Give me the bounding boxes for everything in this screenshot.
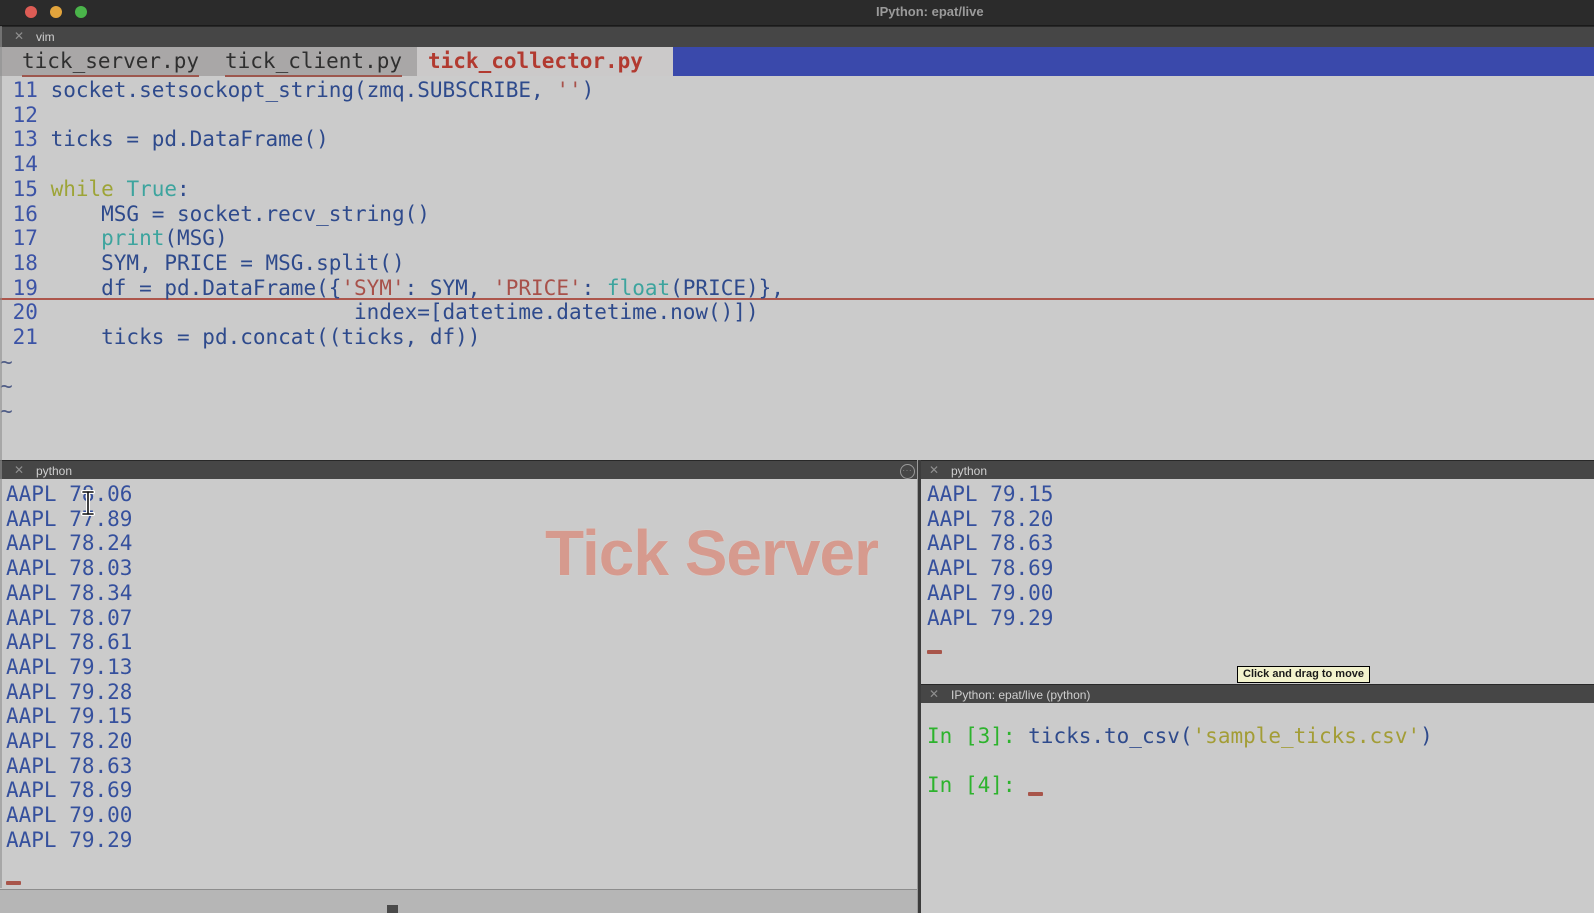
pane-divider[interactable] xyxy=(918,460,921,913)
code-line: 17 print(MSG) xyxy=(0,226,1594,251)
tick-server-watermark: Tick Server xyxy=(545,516,878,590)
code-line: 11 socket.setsockopt_string(zmq.SUBSCRIB… xyxy=(0,78,1594,103)
minimize-window-button[interactable] xyxy=(50,6,62,18)
code-line: 12 xyxy=(0,103,1594,128)
vim-tabline: tick_server.py tick_client.py tick_colle… xyxy=(0,47,1594,76)
terminal-line: AAPL 78.63 xyxy=(6,754,132,779)
vim-pane-header[interactable]: ✕ vim xyxy=(0,26,1594,48)
terminal-line: AAPL 78.61 xyxy=(6,630,132,655)
close-window-button[interactable] xyxy=(25,6,37,18)
code-line: 15 while True: xyxy=(0,177,1594,202)
tick-output-list: AAPL 78.06AAPL 77.89AAPL 78.24AAPL 78.03… xyxy=(6,482,132,853)
vim-pane-label: vim xyxy=(36,30,55,44)
close-pane-icon[interactable]: ✕ xyxy=(929,687,939,701)
code-line: ~ xyxy=(0,350,1594,375)
terminal-line: AAPL 79.15 xyxy=(6,704,132,729)
terminal-line: AAPL 78.20 xyxy=(927,507,1053,532)
close-pane-icon[interactable]: ✕ xyxy=(929,463,939,477)
terminal-line: AAPL 78.03 xyxy=(6,556,132,581)
mouse-ibeam-cursor xyxy=(80,489,96,517)
ipython-pane-header[interactable]: ✕ IPython: epat/live (python) xyxy=(921,684,1594,704)
code-line: 21 ticks = pd.concat((ticks, df)) xyxy=(0,325,1594,350)
tick-client-pane-header[interactable]: ✕ python xyxy=(921,460,1594,480)
terminal-cursor xyxy=(6,881,21,885)
terminal-line: AAPL 77.89 xyxy=(6,507,132,532)
tab-tick-client[interactable]: tick_client.py xyxy=(225,48,402,77)
terminal-line: AAPL 78.20 xyxy=(6,729,132,754)
terminal-line: AAPL 78.06 xyxy=(6,482,132,507)
code-line xyxy=(927,749,1433,774)
scrollbar-thumb[interactable] xyxy=(387,905,398,913)
terminal-line: AAPL 79.13 xyxy=(6,655,132,680)
console-cursor xyxy=(1028,792,1043,796)
terminal-line: AAPL 79.29 xyxy=(6,828,132,853)
tick-client-terminal[interactable]: AAPL 79.15AAPL 78.20AAPL 78.63AAPL 78.69… xyxy=(921,479,1594,684)
code-line: 13 ticks = pd.DataFrame() xyxy=(0,127,1594,152)
code-line: 20 index=[datetime.datetime.now()]) xyxy=(0,300,1594,325)
pane-menu-icon[interactable]: ··· xyxy=(900,464,915,479)
terminal-line: AAPL 79.00 xyxy=(927,581,1053,606)
code-line: ~ xyxy=(0,399,1594,424)
terminal-window: IPython: epat/live ✕ vim tick_server.py … xyxy=(0,0,1594,913)
code-line: 14 xyxy=(0,152,1594,177)
tick-server-pane-label: python xyxy=(36,464,72,478)
terminal-line: AAPL 78.07 xyxy=(6,606,132,631)
code-line: In [3]: ticks.to_csv('sample_ticks.csv') xyxy=(927,724,1433,749)
window-left-border xyxy=(0,26,2,888)
window-title: IPython: epat/live xyxy=(876,4,984,19)
terminal-line: AAPL 79.00 xyxy=(6,803,132,828)
vim-editor-buffer[interactable]: 11 socket.setsockopt_string(zmq.SUBSCRIB… xyxy=(0,78,1594,460)
terminal-line: AAPL 79.29 xyxy=(927,606,1053,631)
terminal-line: AAPL 78.63 xyxy=(927,531,1053,556)
terminal-line: AAPL 78.34 xyxy=(6,581,132,606)
terminal-cursor xyxy=(927,650,942,654)
tab-tick-collector[interactable]: tick_collector.py xyxy=(428,48,643,75)
tick-output-list: AAPL 79.15AAPL 78.20AAPL 78.63AAPL 78.69… xyxy=(927,482,1053,630)
console-lines: In [3]: ticks.to_csv('sample_ticks.csv')… xyxy=(927,724,1433,798)
terminal-line: AAPL 78.69 xyxy=(6,778,132,803)
tick-client-pane-label: python xyxy=(951,464,987,478)
terminal-line: AAPL 78.69 xyxy=(927,556,1053,581)
code-line: In [4]: xyxy=(927,773,1433,798)
background-window-edge xyxy=(0,889,919,913)
code-line: 18 SYM, PRICE = MSG.split() xyxy=(0,251,1594,276)
code-line: 19 df = pd.DataFrame({'SYM': SYM, 'PRICE… xyxy=(0,276,1594,301)
ipython-pane-label: IPython: epat/live (python) xyxy=(951,688,1090,702)
ipython-console[interactable]: In [3]: ticks.to_csv('sample_ticks.csv')… xyxy=(921,703,1594,913)
code-line: ~ xyxy=(0,374,1594,399)
terminal-line: AAPL 79.15 xyxy=(927,482,1053,507)
code-line: 16 MSG = socket.recv_string() xyxy=(0,202,1594,227)
terminal-line: AAPL 79.28 xyxy=(6,680,132,705)
zoom-window-button[interactable] xyxy=(75,6,87,18)
drag-tooltip: Click and drag to move xyxy=(1237,666,1370,683)
tick-server-pane-header[interactable]: ✕ python ··· xyxy=(0,460,918,480)
close-pane-icon[interactable]: ✕ xyxy=(14,463,24,477)
terminal-line: AAPL 78.24 xyxy=(6,531,132,556)
tab-tick-server[interactable]: tick_server.py xyxy=(22,48,199,77)
tabline-fill xyxy=(673,47,1594,76)
titlebar[interactable]: IPython: epat/live xyxy=(0,0,1594,26)
close-pane-icon[interactable]: ✕ xyxy=(14,29,24,43)
